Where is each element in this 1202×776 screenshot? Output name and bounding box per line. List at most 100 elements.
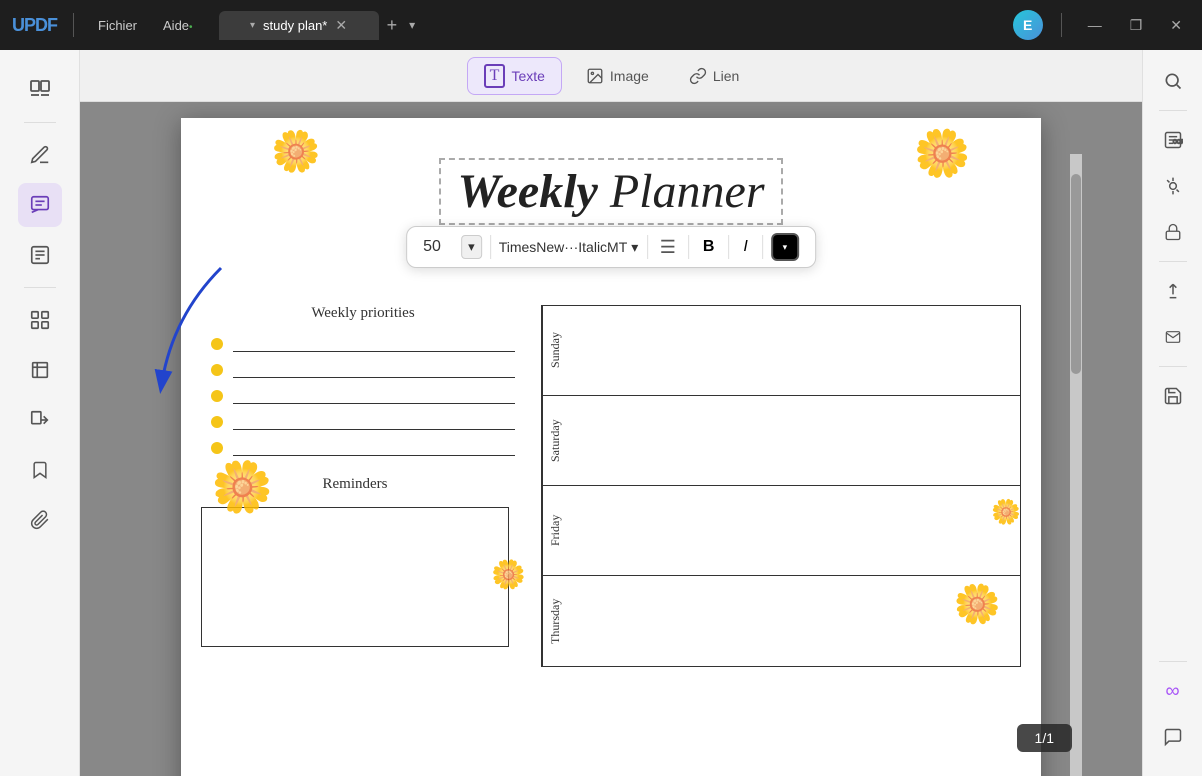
day-row-thursday: Thursday [542,576,1020,666]
sidebar-organize[interactable] [18,298,62,342]
fmt-divider2 [647,235,648,259]
right-ocr-button[interactable]: OCR [1154,121,1192,159]
color-chevron-icon: ▾ [783,242,788,253]
right-search-button[interactable] [1154,62,1192,100]
day-row-friday: Friday [542,486,1020,576]
right-divider2 [1159,261,1187,262]
sidebar-divider2 [24,287,56,288]
sidebar-form[interactable] [18,233,62,277]
format-toolbar: 50 ▾ TimesNew···ItalicMT ▾ ☰ B [406,226,816,268]
link-tool-button[interactable]: Lien [673,61,755,91]
title-bold-part: Weekly [457,165,597,218]
priority-item-1 [211,336,515,352]
sidebar-reader[interactable] [18,68,62,112]
color-picker-button[interactable]: ▾ [771,233,799,261]
day-content-thursday[interactable] [568,576,1020,666]
tab-add-button[interactable]: + [387,15,398,36]
menu-aide[interactable]: Aide• [155,14,201,37]
tab-study-plan[interactable]: ▾ study plan* ✕ [219,11,379,40]
infinity-button[interactable]: ∞ [1154,672,1192,710]
fmt-divider4 [728,235,729,259]
avatar[interactable]: E [1013,10,1043,40]
font-name-chevron: ▾ [631,239,638,256]
menu-fichier[interactable]: Fichier [90,14,145,37]
title-normal-part: Planner [598,165,765,218]
right-email-button[interactable] [1154,318,1192,356]
aide-dot: • [189,22,193,33]
sidebar-attach[interactable] [18,498,62,542]
priority-line-1 [233,336,515,352]
font-name-selector[interactable]: TimesNew···ItalicMT ▾ [499,239,639,256]
fmt-divider5 [762,235,763,259]
weekly-priorities-title: Weekly priorities [201,305,525,322]
tab-dropdown-icon[interactable]: ▾ [250,20,255,31]
priority-line-2 [233,362,515,378]
day-label-sunday: Sunday [542,306,568,395]
reminders-title: Reminders [201,476,509,493]
day-content-sunday[interactable] [568,306,1020,395]
sidebar-bookmark[interactable] [18,448,62,492]
document-canvas[interactable]: 🌼 🌼 🌼 🌼 🌼 🌼 Weekly Planner 50 [80,102,1142,776]
sidebar-annotate[interactable] [18,183,62,227]
image-tool-label: Image [610,68,649,84]
day-row-sunday: Sunday [542,306,1020,396]
planner-content: 🌼 🌼 🌼 🌼 🌼 🌼 Weekly Planner 50 [181,118,1041,687]
italic-button[interactable]: I [737,236,753,258]
right-lock-button[interactable] [1154,213,1192,251]
planner-grid: Weekly priorities [201,305,1021,667]
right-share-button[interactable] [1154,272,1192,310]
image-tool-icon [586,67,604,85]
text-tool-icon: T [484,64,506,88]
title-divider2 [1061,13,1062,37]
text-align-button[interactable]: ☰ [656,235,680,260]
image-tool-button[interactable]: Image [570,61,665,91]
scrollbar-track[interactable] [1070,154,1082,776]
day-label-friday: Friday [542,486,568,575]
maximize-button[interactable]: ❐ [1122,13,1151,38]
text-tool-label: Texte [511,68,544,84]
main-layout: T Texte Image Lien [0,50,1202,776]
close-button[interactable]: ✕ [1162,13,1190,38]
tab-chevron-icon[interactable]: ▾ [409,18,415,32]
scrollbar-thumb[interactable] [1071,174,1081,374]
text-tool-button[interactable]: T Texte [467,57,562,95]
sidebar-divider1 [24,122,56,123]
page-counter: 1/1 [1017,724,1072,752]
left-section: Weekly priorities [201,305,541,667]
sidebar-edit[interactable] [18,133,62,177]
day-label-saturday: Saturday [542,396,568,485]
content-area: T Texte Image Lien [80,50,1142,776]
font-size-value: 50 [423,238,453,256]
day-content-friday[interactable] [568,486,1020,575]
link-tool-label: Lien [713,68,739,84]
right-convert-button[interactable] [1154,167,1192,205]
reminders-section: Reminders [201,476,525,647]
tab-close-icon[interactable]: ✕ [335,17,347,34]
title-bar: UPDF Fichier Aide• ▾ study plan* ✕ + ▾ E… [0,0,1202,50]
right-sidebar: OCR [1142,50,1202,776]
font-size-dropdown[interactable]: ▾ [461,235,482,259]
right-bottom-actions: ∞ [1154,659,1192,764]
right-save-button[interactable] [1154,377,1192,415]
priority-item-3 [211,388,515,404]
weekly-planner-title[interactable]: Weekly Planner [439,158,782,225]
sidebar-crop[interactable] [18,348,62,392]
font-name-label: TimesNew···ItalicMT [499,239,628,255]
updf-logo: UPDF [12,15,57,36]
days-grid: Sunday Saturday Friday [541,305,1021,667]
priority-list [201,336,525,456]
link-tool-icon [689,67,707,85]
minimize-button[interactable]: — [1080,13,1110,37]
day-label-thursday: Thursday [542,576,568,666]
priority-item-5 [211,440,515,456]
day-content-saturday[interactable] [568,396,1020,485]
bold-button[interactable]: B [697,236,721,258]
title-wrapper[interactable]: Weekly Planner [201,158,1021,225]
sidebar-convert[interactable] [18,398,62,442]
priority-item-4 [211,414,515,430]
right-chat-button[interactable] [1154,718,1192,756]
priority-dot-5 [211,442,223,454]
reminders-box[interactable] [201,507,509,647]
priority-line-3 [233,388,515,404]
priority-dot-4 [211,416,223,428]
